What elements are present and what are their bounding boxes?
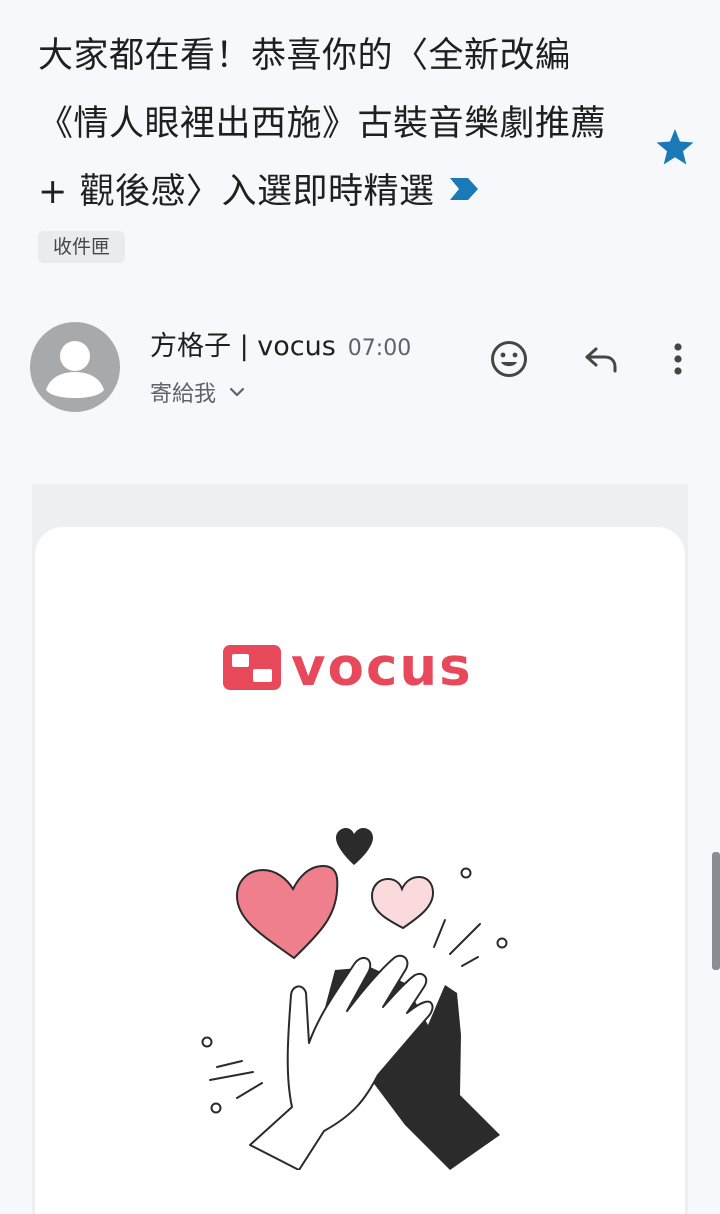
importance-marker-icon[interactable] bbox=[446, 171, 482, 207]
high-five-hearts-illustration bbox=[201, 828, 508, 1170]
more-options-button[interactable] bbox=[650, 331, 706, 387]
email-time: 07:00 bbox=[347, 336, 412, 361]
heart-icon bbox=[370, 875, 435, 930]
recipient-label: 寄給我 bbox=[150, 382, 217, 407]
add-reaction-button[interactable] bbox=[481, 331, 537, 387]
heart-icon bbox=[336, 828, 373, 865]
more-vert-icon bbox=[674, 343, 682, 375]
add-reaction-icon bbox=[491, 341, 527, 377]
recipient-toggle[interactable]: 寄給我 bbox=[150, 376, 248, 408]
sender-line: 方格子 | vocus 07:00 bbox=[150, 324, 411, 364]
sender-name[interactable]: 方格子 | vocus bbox=[150, 324, 336, 363]
email-view: 大家都在看！恭喜你的〈全新改編《情人眼裡出西施》古裝音樂劇推薦 + 觀後感〉入選… bbox=[0, 0, 720, 1214]
chevron-down-icon bbox=[229, 387, 245, 397]
scrollbar[interactable] bbox=[712, 852, 720, 970]
person-icon bbox=[46, 341, 104, 398]
email-subject: 大家都在看！恭喜你的〈全新改編《情人眼裡出西施》古裝音樂劇推薦 + 觀後感〉入選… bbox=[38, 36, 607, 212]
heart-icon bbox=[235, 864, 339, 960]
reply-icon bbox=[585, 347, 617, 373]
vocus-logo-mark-icon bbox=[223, 645, 281, 690]
subject-block: 大家都在看！恭喜你的〈全新改編《情人眼裡出西施》古裝音樂劇推薦 + 觀後感〉入選… bbox=[38, 22, 638, 226]
vocus-logo: vocus bbox=[223, 640, 473, 696]
inbox-label-chip[interactable]: 收件匣 bbox=[38, 231, 126, 263]
reply-button[interactable] bbox=[573, 331, 629, 387]
avatar[interactable] bbox=[30, 322, 120, 412]
vocus-logo-text: vocus bbox=[291, 637, 473, 698]
star-icon[interactable] bbox=[654, 126, 696, 168]
